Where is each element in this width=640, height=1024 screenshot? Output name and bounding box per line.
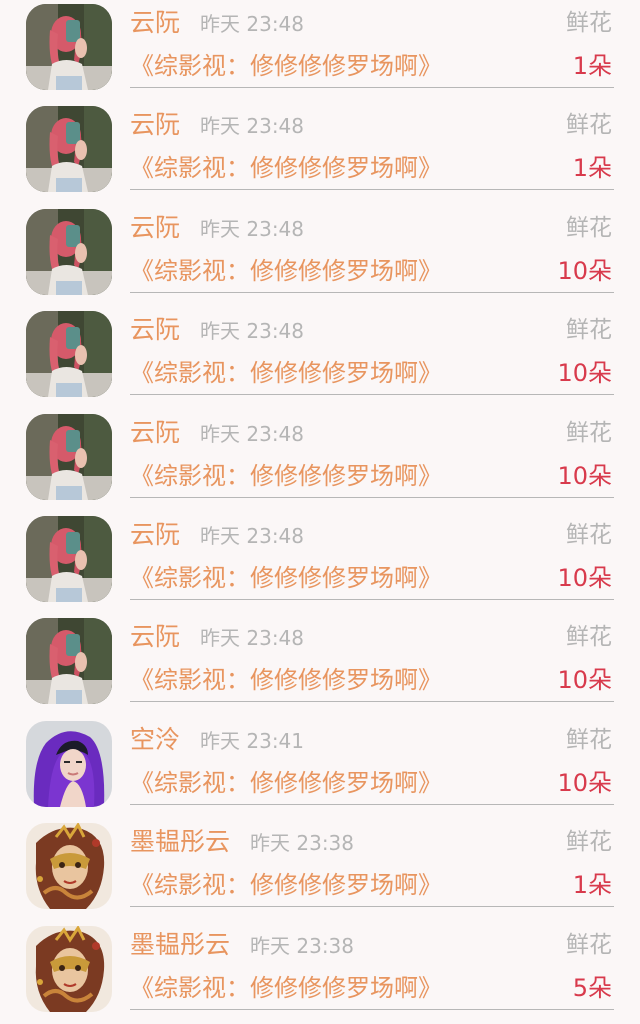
gift-record-row[interactable]: 云阮 昨天 23:48 鲜花 《综影视：修修修修罗场啊》 10朵 — [0, 410, 640, 512]
timestamp: 昨天 23:48 — [200, 626, 305, 651]
timestamp: 昨天 23:48 — [200, 12, 305, 36]
gift-amount: 10朵 — [557, 563, 612, 592]
gift-record-row[interactable]: 云阮 昨天 23:48 鲜花 《综影视：修修修修罗场啊》 1朵 — [0, 102, 640, 204]
gift-type-label: 鲜花 — [566, 112, 612, 139]
user-name[interactable]: 云阮 — [130, 520, 180, 550]
gift-amount: 1朵 — [572, 52, 612, 80]
gift-record-row[interactable]: 云阮 昨天 23:48 鲜花 《综影视：修修修修罗场啊》 10朵 — [0, 614, 640, 716]
gift-type-label: 鲜花 — [566, 214, 612, 241]
book-title-link[interactable]: 《综影视：修修修修罗场啊》 — [130, 563, 442, 593]
gift-type-label: 鲜花 — [566, 726, 612, 753]
row-divider — [130, 189, 614, 191]
gift-record-row[interactable]: 云阮 昨天 23:48 鲜花 《综影视：修修修修罗场啊》 10朵 — [0, 512, 640, 614]
gift-record-row[interactable]: 空泠 昨天 23:41 鲜花 《综影视：修修修修罗场啊》 10朵 — [0, 717, 640, 819]
user-name[interactable]: 空泠 — [130, 725, 180, 755]
gift-amount: 10朵 — [557, 359, 612, 388]
timestamp: 昨天 23:48 — [200, 523, 305, 548]
book-title-link[interactable]: 《综影视：修修修修罗场啊》 — [130, 358, 442, 388]
row-divider — [130, 803, 614, 805]
timestamp: 昨天 23:48 — [200, 421, 305, 446]
user-name[interactable]: 云阮 — [130, 418, 180, 448]
girl-selfie-avatar[interactable] — [26, 515, 112, 602]
gift-amount: 10朵 — [557, 256, 612, 285]
book-title-link[interactable]: 《综影视：修修修修罗场啊》 — [130, 870, 442, 900]
gift-amount: 10朵 — [557, 768, 612, 797]
book-title-link[interactable]: 《综影视：修修修修罗场啊》 — [130, 973, 442, 1003]
user-name[interactable]: 墨韫彤云 — [130, 827, 230, 857]
timestamp: 昨天 23:48 — [200, 216, 305, 241]
row-divider — [130, 496, 614, 498]
row-divider — [130, 701, 614, 703]
girl-selfie-avatar[interactable] — [26, 208, 112, 295]
row-divider — [130, 291, 614, 293]
user-name[interactable]: 墨韫彤云 — [130, 930, 230, 960]
gift-type-label: 鲜花 — [566, 931, 612, 958]
user-name[interactable]: 云阮 — [130, 213, 180, 243]
masked-portrait-avatar[interactable] — [26, 823, 112, 910]
gift-record-row[interactable]: 墨韫彤云 昨天 23:38 鲜花 《综影视：修修修修罗场啊》 5朵 — [0, 922, 640, 1024]
timestamp: 昨天 23:41 — [200, 728, 305, 753]
girl-selfie-avatar[interactable] — [26, 413, 112, 500]
girl-selfie-avatar[interactable] — [26, 618, 112, 705]
gift-type-label: 鲜花 — [566, 624, 612, 651]
book-title-link[interactable]: 《综影视：修修修修罗场啊》 — [130, 768, 442, 798]
user-name[interactable]: 云阮 — [130, 622, 180, 652]
gift-record-row[interactable]: 云阮 昨天 23:48 鲜花 《综影视：修修修修罗场啊》 10朵 — [0, 205, 640, 307]
row-divider — [130, 1008, 614, 1010]
row-divider — [130, 87, 614, 88]
book-title-link[interactable]: 《综影视：修修修修罗场啊》 — [130, 256, 442, 286]
book-title-link[interactable]: 《综影视：修修修修罗场啊》 — [130, 461, 442, 491]
gift-type-label: 鲜花 — [566, 829, 612, 856]
gift-record-row[interactable]: 云阮 昨天 23:48 鲜花 《综影视：修修修修罗场啊》 10朵 — [0, 307, 640, 409]
row-divider — [130, 906, 614, 908]
gift-type-label: 鲜花 — [566, 317, 612, 344]
purple-hoodie-avatar[interactable] — [26, 720, 112, 807]
timestamp: 昨天 23:48 — [200, 319, 305, 344]
gift-record-row[interactable]: 墨韫彤云 昨天 23:38 鲜花 《综影视：修修修修罗场啊》 1朵 — [0, 819, 640, 921]
gift-amount: 10朵 — [557, 666, 612, 695]
book-title-link[interactable]: 《综影视：修修修修罗场啊》 — [130, 51, 442, 81]
timestamp: 昨天 23:38 — [250, 933, 355, 958]
gift-type-label: 鲜花 — [566, 419, 612, 446]
girl-selfie-avatar[interactable] — [26, 311, 112, 398]
girl-selfie-avatar[interactable] — [26, 106, 112, 193]
masked-portrait-avatar[interactable] — [26, 925, 112, 1012]
gift-record-row[interactable]: 云阮 昨天 23:48 鲜花 《综影视：修修修修罗场啊》 1朵 — [0, 0, 640, 102]
row-divider — [130, 394, 614, 396]
gift-type-label: 鲜花 — [566, 10, 612, 36]
book-title-link[interactable]: 《综影视：修修修修罗场啊》 — [130, 665, 442, 695]
gift-type-label: 鲜花 — [566, 521, 612, 548]
timestamp: 昨天 23:38 — [250, 831, 355, 856]
timestamp: 昨天 23:48 — [200, 114, 305, 139]
user-name[interactable]: 云阮 — [130, 8, 180, 38]
gift-amount: 1朵 — [572, 154, 612, 183]
gift-record-list: 云阮 昨天 23:48 鲜花 《综影视：修修修修罗场啊》 1朵 云阮 昨天 23… — [0, 0, 640, 1020]
user-name[interactable]: 云阮 — [130, 110, 180, 140]
gift-amount: 1朵 — [572, 871, 612, 900]
girl-selfie-avatar[interactable] — [26, 4, 112, 90]
user-name[interactable]: 云阮 — [130, 315, 180, 345]
book-title-link[interactable]: 《综影视：修修修修罗场啊》 — [130, 153, 442, 183]
gift-amount: 10朵 — [557, 461, 612, 490]
row-divider — [130, 598, 614, 600]
gift-amount: 5朵 — [572, 973, 612, 1002]
